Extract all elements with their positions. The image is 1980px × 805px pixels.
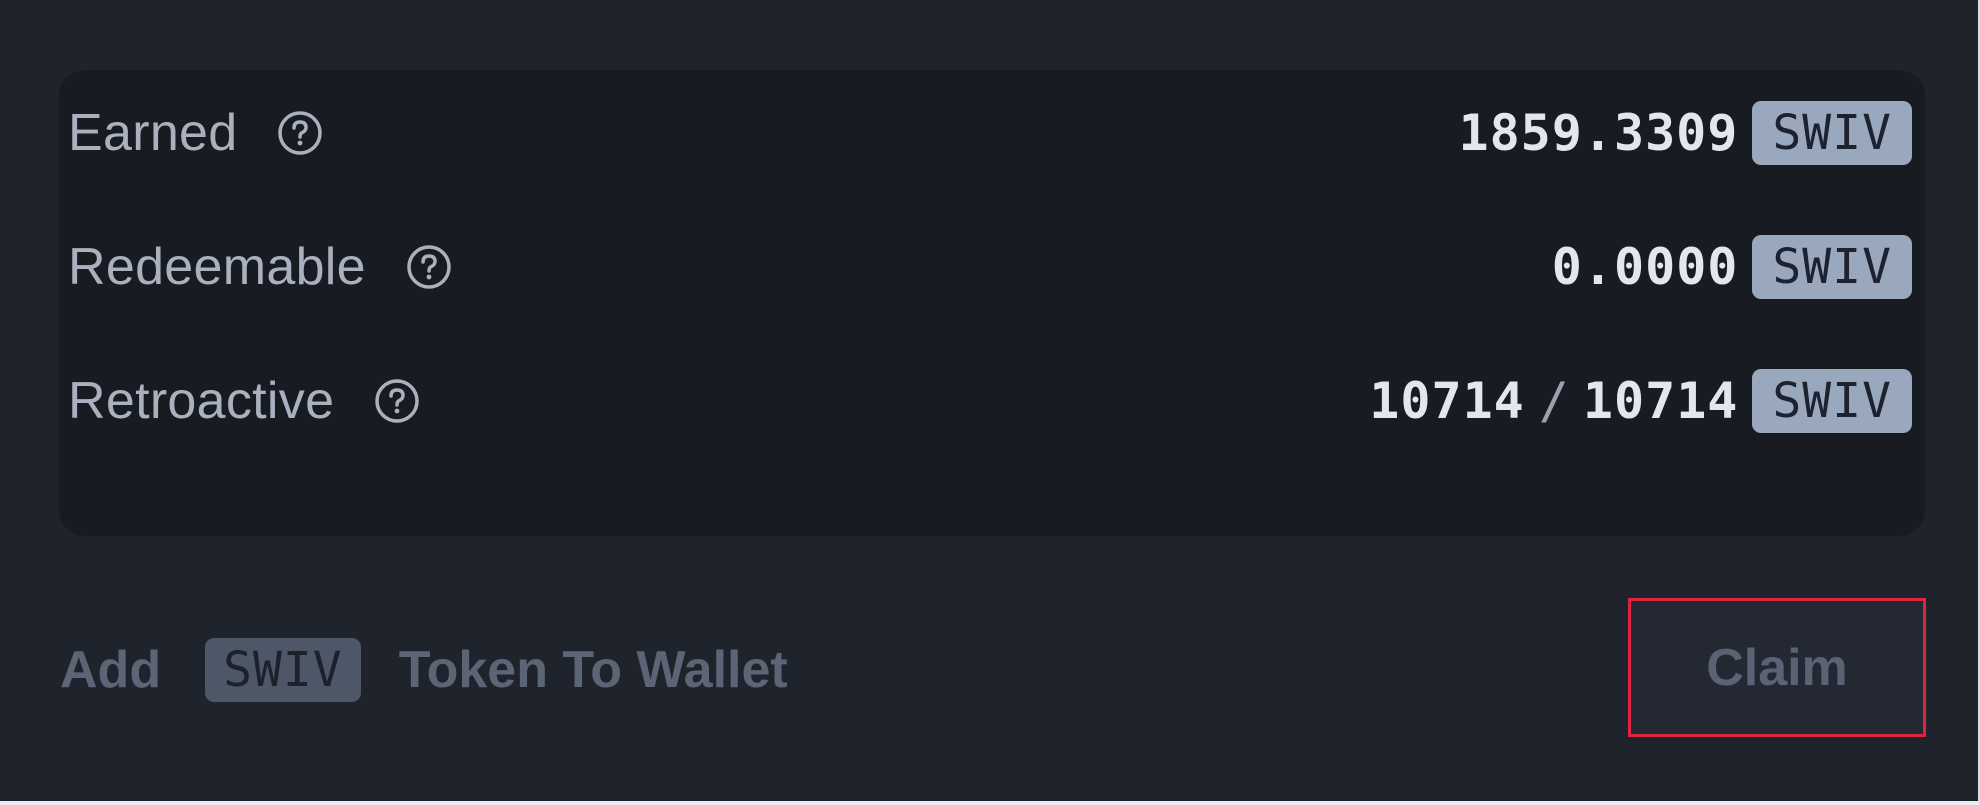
help-icon[interactable] bbox=[277, 110, 323, 156]
help-icon[interactable] bbox=[406, 244, 452, 290]
earned-label: Earned bbox=[68, 104, 238, 162]
retroactive-total-value: 10714 bbox=[1582, 372, 1739, 430]
redeemable-row: Redeemable 0.0000 SWIV bbox=[68, 230, 1912, 304]
redeemable-label: Redeemable bbox=[68, 238, 366, 296]
retroactive-label: Retroactive bbox=[68, 372, 335, 430]
redeemable-value-group: 0.0000 SWIV bbox=[1552, 235, 1912, 299]
value-separator: / bbox=[1538, 372, 1569, 430]
help-icon[interactable] bbox=[374, 378, 420, 424]
retroactive-label-group: Retroactive bbox=[68, 371, 420, 431]
earned-row: Earned 1859.3309 SWIV bbox=[68, 96, 1912, 170]
add-label: Add bbox=[60, 641, 162, 699]
earned-label-group: Earned bbox=[68, 103, 323, 163]
token-to-wallet-label: Token To Wallet bbox=[398, 641, 788, 699]
retroactive-value-group: 10714 / 10714 SWIV bbox=[1369, 369, 1912, 433]
token-badge: SWIV bbox=[1752, 235, 1912, 299]
earned-value-group: 1859.3309 SWIV bbox=[1458, 101, 1912, 165]
rewards-window: Earned 1859.3309 SWIV Redeemable 0.0000 … bbox=[0, 0, 1980, 805]
redeemable-label-group: Redeemable bbox=[68, 237, 452, 297]
claim-button[interactable]: Claim bbox=[1628, 598, 1926, 737]
earned-value: 1859.3309 bbox=[1458, 104, 1739, 162]
retroactive-row: Retroactive 10714 / 10714 SWIV bbox=[68, 364, 1912, 438]
add-token-to-wallet-link[interactable]: Add SWIV Token To Wallet bbox=[60, 634, 788, 706]
token-badge: SWIV bbox=[1752, 369, 1912, 433]
redeemable-value: 0.0000 bbox=[1551, 238, 1739, 296]
retroactive-current-value: 10714 bbox=[1369, 372, 1525, 430]
token-badge: SWIV bbox=[205, 638, 361, 702]
token-badge: SWIV bbox=[1752, 101, 1912, 165]
